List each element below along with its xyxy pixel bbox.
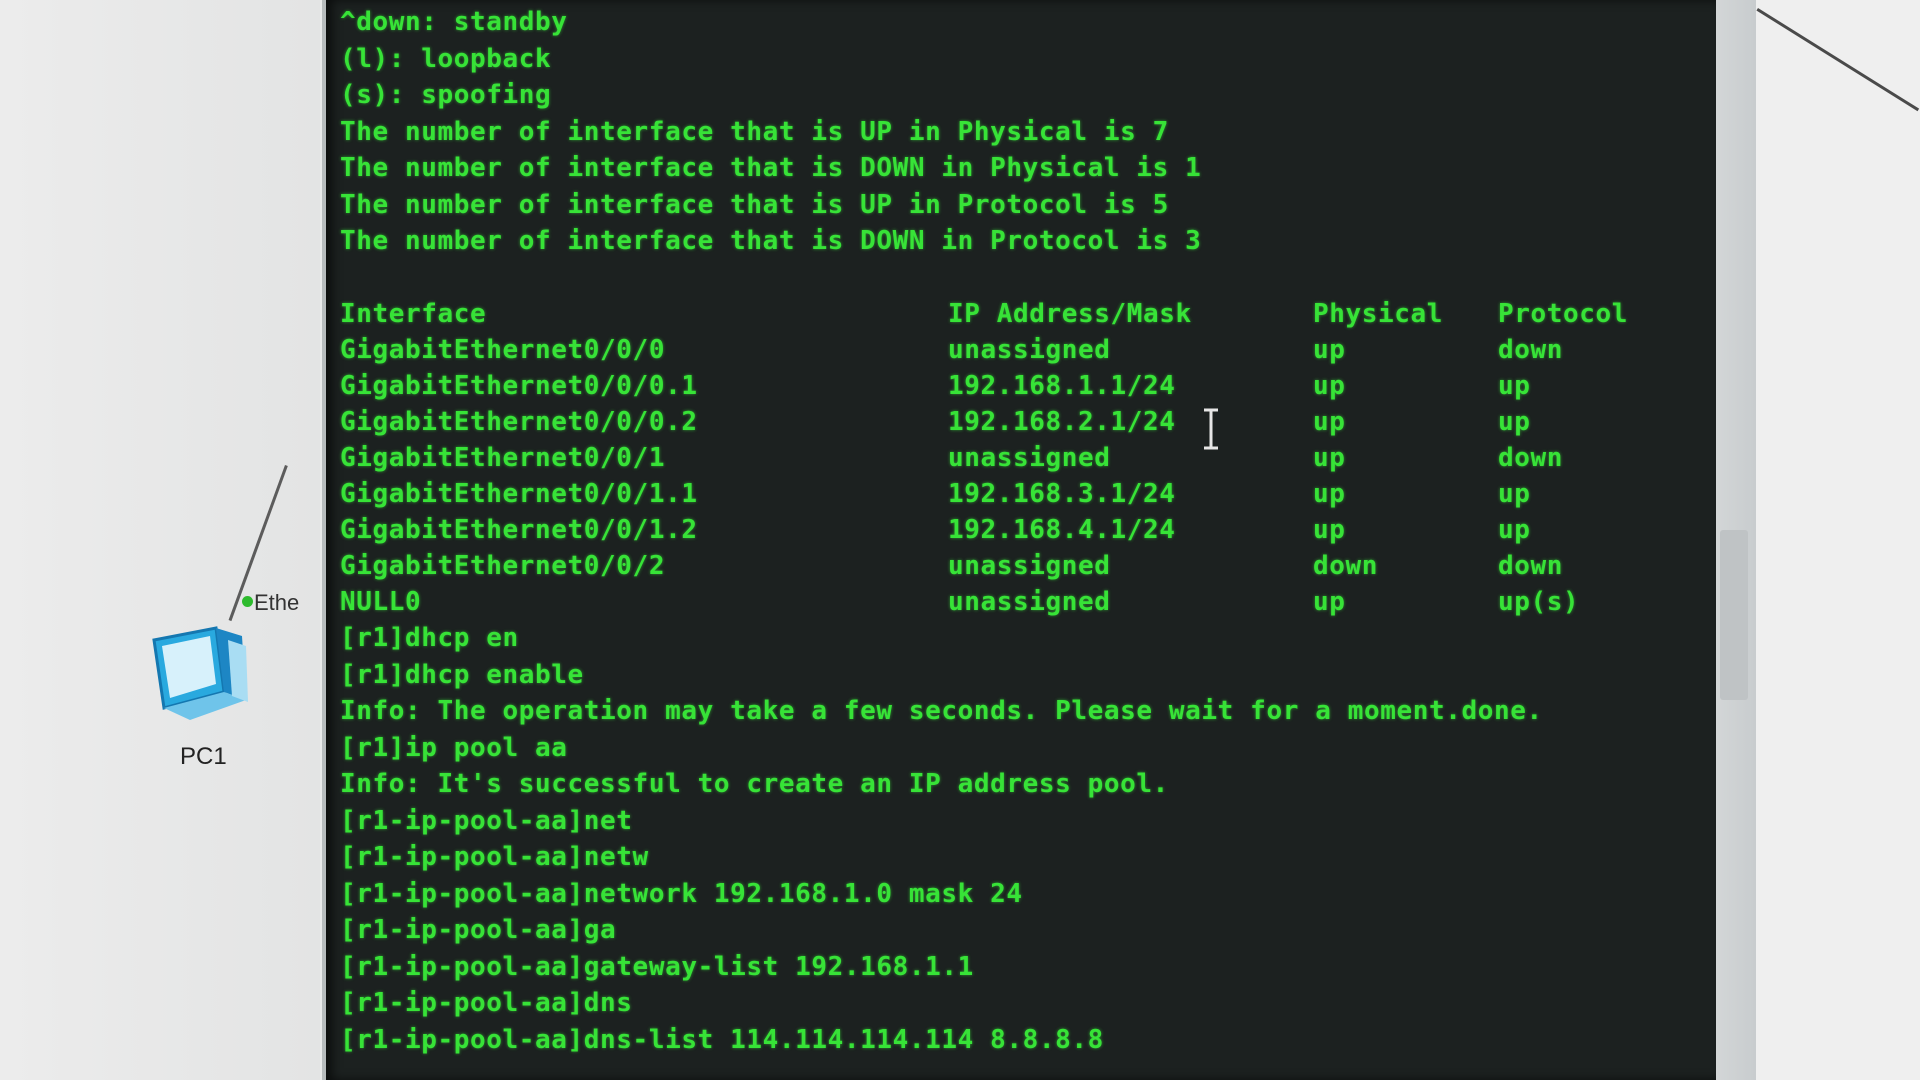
terminal-line: [r1-ip-pool-aa]gateway-list 192.168.1.1: [340, 951, 974, 982]
terminal-line: [r1-ip-pool-aa]netw: [340, 842, 649, 872]
cell-physical: down: [1313, 551, 1379, 581]
cell-ip: unassigned: [948, 443, 1111, 473]
cell-ip: unassigned: [948, 587, 1111, 617]
terminal-line: [r1]dhcp en: [340, 623, 519, 653]
table-row: GigabitEthernet0/0/0.1 192.168.1.1/24 up…: [340, 368, 1716, 404]
cell-ip: 192.168.4.1/24: [948, 515, 1176, 545]
terminal-output: ^down: standby (l): loopback (s): spoofi…: [340, 4, 1716, 1058]
cell-interface: GigabitEthernet0/0/1: [340, 443, 666, 473]
cell-ip: unassigned: [948, 335, 1111, 365]
cell-ip: unassigned: [948, 551, 1111, 581]
cell-protocol: up: [1498, 371, 1531, 401]
cell-ip: 192.168.1.1/24: [948, 371, 1176, 401]
cell-protocol: up: [1498, 515, 1531, 545]
table-row: GigabitEthernet0/0/1.2 192.168.4.1/24 up…: [340, 512, 1716, 548]
terminal-line: ^down: standby: [340, 7, 568, 37]
table-row: GigabitEthernet0/0/2 unassigned down dow…: [340, 548, 1716, 584]
port-status-indicator: [242, 596, 253, 607]
topology-canvas-left[interactable]: [0, 0, 320, 1080]
cell-protocol: down: [1498, 551, 1564, 581]
cell-physical: up: [1313, 407, 1346, 437]
text-cursor-icon: [1202, 408, 1220, 450]
terminal-line: (s): spoofing: [340, 80, 552, 110]
cli-terminal-window[interactable]: ^down: standby (l): loopback (s): spoofi…: [322, 0, 1716, 1080]
table-row: GigabitEthernet0/0/0 unassigned up down: [340, 332, 1716, 368]
cell-physical: up: [1313, 587, 1346, 617]
cell-physical: up: [1313, 335, 1346, 365]
table-row: NULL0 unassigned up up(s): [340, 584, 1716, 620]
cell-interface: GigabitEthernet0/0/0.2: [340, 407, 698, 437]
table-row: GigabitEthernet0/0/0.2 192.168.2.1/24 up…: [340, 404, 1716, 440]
terminal-line: Info: The operation may take a few secon…: [340, 696, 1543, 726]
terminal-line: The number of interface that is DOWN in …: [340, 153, 1202, 183]
cell-protocol: down: [1498, 443, 1564, 473]
cell-interface: GigabitEthernet0/0/0.1: [340, 371, 698, 401]
cell-interface: GigabitEthernet0/0/1.2: [340, 515, 698, 545]
table-row: GigabitEthernet0/0/1 unassigned up down: [340, 440, 1716, 476]
cell-ip: 192.168.3.1/24: [948, 479, 1176, 509]
cell-protocol: up(s): [1498, 587, 1580, 617]
column-header-protocol: Protocol: [1498, 299, 1629, 329]
cell-interface: GigabitEthernet0/0/1.1: [340, 479, 698, 509]
pc-device-label[interactable]: PC1: [180, 743, 227, 771]
column-header-interface: Interface: [340, 299, 487, 329]
terminal-line: [r1-ip-pool-aa]net: [340, 805, 633, 836]
cell-physical: up: [1313, 515, 1346, 545]
terminal-line: The number of interface that is UP in Ph…: [340, 116, 1169, 147]
cell-physical: up: [1313, 479, 1346, 509]
terminal-line: The number of interface that is DOWN in …: [340, 226, 1202, 256]
table-row: GigabitEthernet0/0/1.1 192.168.3.1/24 up…: [340, 476, 1716, 512]
terminal-line: [r1-ip-pool-aa]ga: [340, 915, 617, 945]
cell-interface: GigabitEthernet0/0/0: [340, 335, 666, 365]
cell-interface: NULL0: [340, 587, 422, 617]
terminal-line: [r1-ip-pool-aa]dns-list 114.114.114.114 …: [340, 1024, 1104, 1055]
terminal-line: [r1]dhcp enable: [340, 659, 584, 690]
cell-physical: up: [1313, 443, 1346, 473]
terminal-line: The number of interface that is UP in Pr…: [340, 189, 1169, 220]
terminal-line: [r1-ip-pool-aa]dns: [340, 988, 633, 1018]
cell-ip: 192.168.2.1/24: [948, 407, 1176, 437]
cell-protocol: up: [1498, 407, 1531, 437]
cell-protocol: up: [1498, 479, 1531, 509]
terminal-line: (l): loopback: [340, 43, 552, 74]
column-header-physical: Physical: [1313, 299, 1444, 329]
terminal-line: Info: It's successful to create an IP ad…: [340, 769, 1169, 799]
interface-table-header: Interface IP Address/Mask Physical Proto…: [340, 296, 1716, 332]
column-header-ip: IP Address/Mask: [948, 299, 1192, 329]
pc-device-icon[interactable]: [146, 622, 266, 730]
scrollbar-thumb[interactable]: [1720, 530, 1748, 700]
port-label: Ethe: [254, 590, 300, 615]
cell-protocol: down: [1498, 335, 1564, 365]
terminal-line: [r1]ip pool aa: [340, 732, 568, 763]
terminal-line: [r1-ip-pool-aa]network 192.168.1.0 mask …: [340, 878, 1023, 909]
cell-physical: up: [1313, 371, 1346, 401]
cell-interface: GigabitEthernet0/0/2: [340, 551, 666, 581]
